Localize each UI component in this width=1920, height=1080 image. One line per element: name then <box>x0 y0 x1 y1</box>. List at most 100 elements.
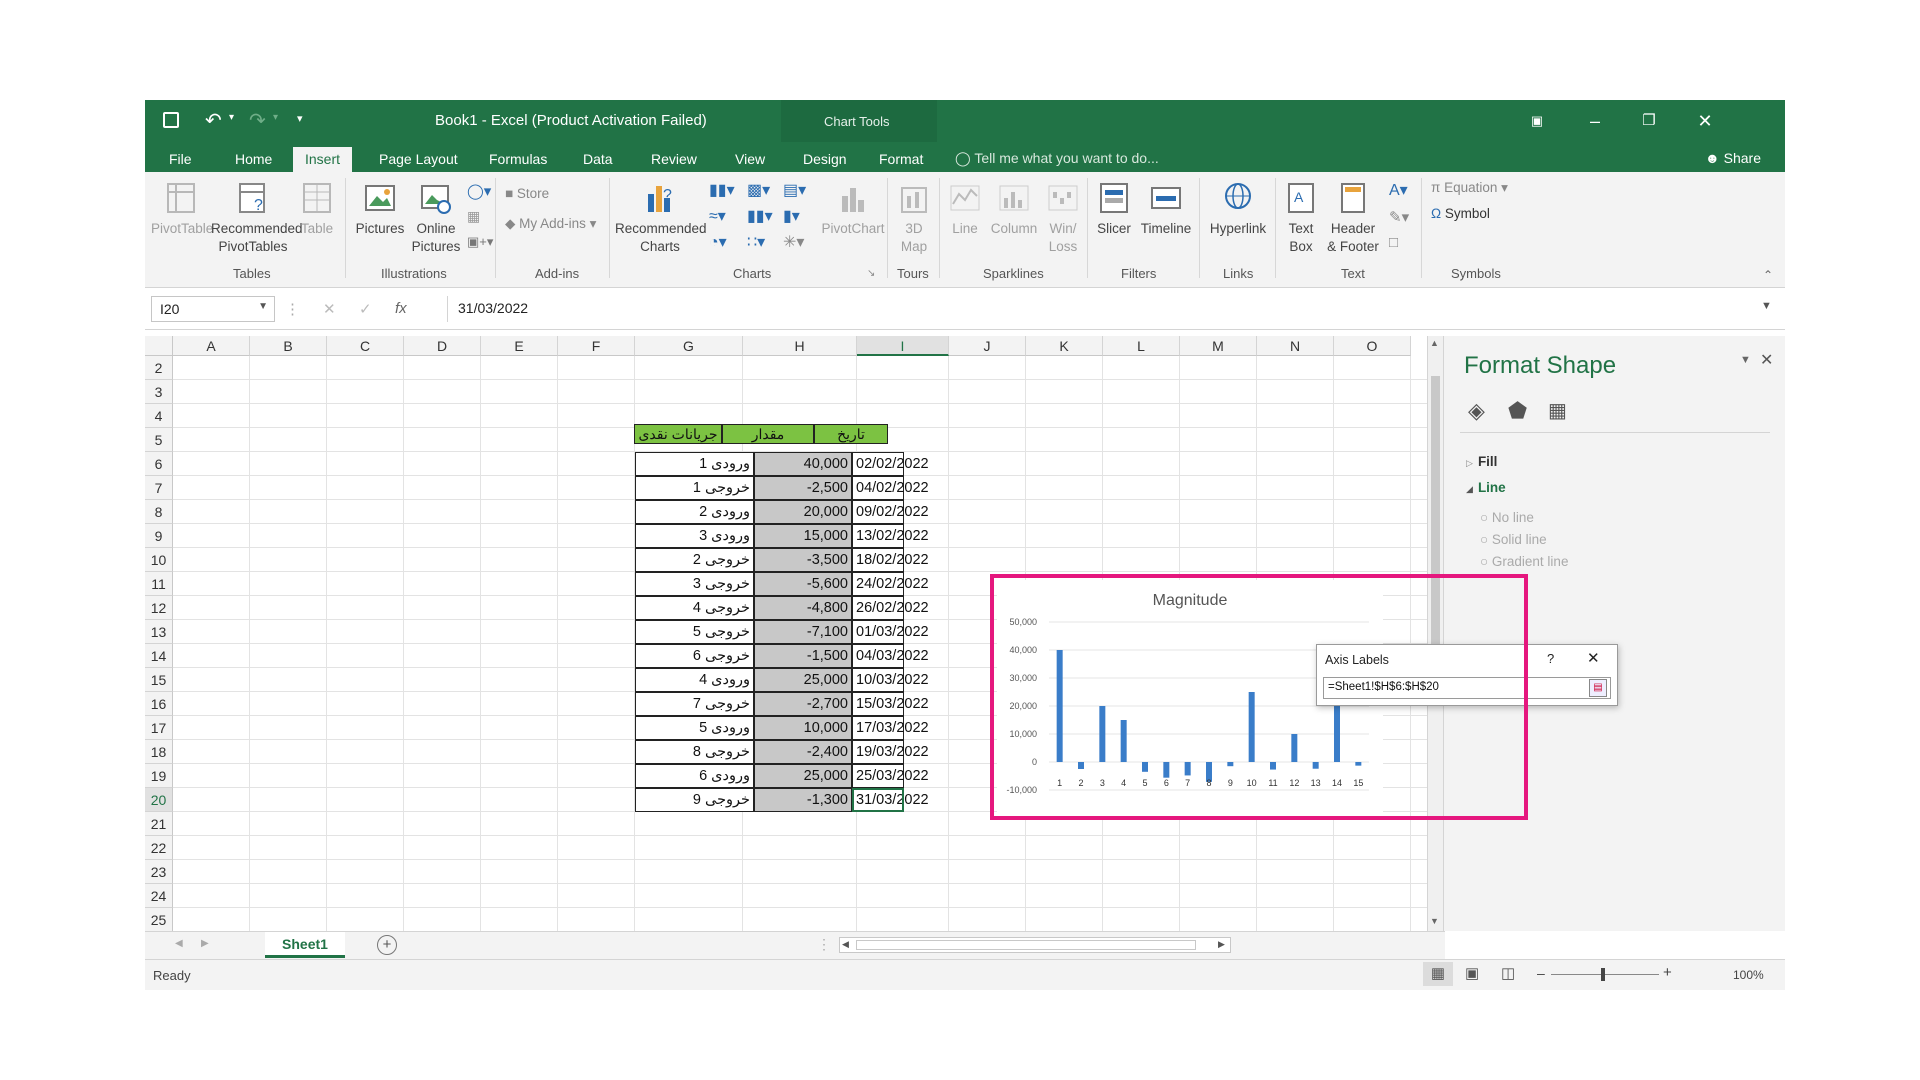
column-header-h[interactable]: H <box>743 336 857 356</box>
table-cell-amount[interactable]: -1,300 <box>754 788 852 812</box>
scroll-up-icon[interactable]: ▲ <box>1430 338 1439 348</box>
fill-line-icon[interactable]: ◈ <box>1468 398 1485 424</box>
recommended-charts-button[interactable]: ? Recommended Charts <box>615 180 707 256</box>
row-header-4[interactable]: 4 <box>145 404 173 428</box>
column-header-i[interactable]: I <box>857 336 949 356</box>
pictures-button[interactable]: Pictures <box>353 180 407 238</box>
symbol-button[interactable]: Ω Symbol <box>1431 206 1490 221</box>
tab-review[interactable]: Review <box>639 147 709 172</box>
table-cell-amount[interactable]: -2,500 <box>754 476 852 500</box>
row-header-18[interactable]: 18 <box>145 740 173 764</box>
row-header-24[interactable]: 24 <box>145 884 173 908</box>
table-cell-amount[interactable]: -1,500 <box>754 644 852 668</box>
screenshot-icon[interactable]: ▣+▾ <box>467 234 493 250</box>
row-header-14[interactable]: 14 <box>145 644 173 668</box>
zoom-slider-thumb[interactable] <box>1601 968 1605 981</box>
insert-function-icon[interactable]: fx <box>395 300 407 317</box>
hyperlink-button[interactable]: Hyperlink <box>1205 180 1271 238</box>
tab-home[interactable]: Home <box>223 147 284 172</box>
tab-view[interactable]: View <box>723 147 777 172</box>
slicer-button[interactable]: Slicer <box>1093 180 1135 238</box>
new-sheet-button[interactable]: + <box>377 935 397 955</box>
scroll-sheets-right-icon[interactable]: ▶ <box>201 938 209 949</box>
table-cell-date[interactable]: 15/03/2022 <box>852 692 929 716</box>
row-header-12[interactable]: 12 <box>145 596 173 620</box>
table-cell-amount[interactable]: 15,000 <box>754 524 852 548</box>
row-header-3[interactable]: 3 <box>145 380 173 404</box>
pane-options-icon[interactable]: ▼ <box>1740 354 1751 366</box>
table-cell-date[interactable]: 04/02/2022 <box>852 476 929 500</box>
row-header-6[interactable]: 6 <box>145 452 173 476</box>
table-cell-amount[interactable]: 20,000 <box>754 500 852 524</box>
collapse-ribbon-icon[interactable]: ⌃ <box>1763 268 1773 282</box>
table-cell-flow[interactable]: خروجی 9 <box>635 788 754 812</box>
row-header-2[interactable]: 2 <box>145 356 173 380</box>
scroll-down-icon[interactable]: ▼ <box>1430 916 1439 926</box>
table-cell-date[interactable]: 02/02/2022 <box>852 452 929 476</box>
cancel-icon[interactable]: ✕ <box>323 300 336 318</box>
chevron-down-icon[interactable]: ▼ <box>258 301 268 312</box>
share-button[interactable]: ☻ Share <box>1705 150 1761 166</box>
minimize-button[interactable]: – <box>1581 108 1609 134</box>
table-cell-flow[interactable]: خروجی 5 <box>635 620 754 644</box>
save-icon[interactable] <box>163 112 179 128</box>
waterfall-chart-icon[interactable]: ▤▾ <box>783 180 806 200</box>
scroll-left-icon[interactable]: ◀ <box>842 939 849 950</box>
table-cell-flow[interactable]: خروجی 6 <box>635 644 754 668</box>
column-header-d[interactable]: D <box>404 336 481 356</box>
undo-dropdown-icon[interactable]: ▾ <box>229 112 234 123</box>
table-cell-flow[interactable]: ورودی 3 <box>635 524 754 548</box>
table-cell-flow[interactable]: خروجی 2 <box>635 548 754 572</box>
horizontal-scrollbar[interactable]: ◀ ▶ <box>839 937 1231 953</box>
effects-icon[interactable]: ⬟ <box>1508 398 1527 424</box>
scroll-sheets-left-icon[interactable]: ◀ <box>175 938 183 949</box>
select-all-corner[interactable] <box>145 336 173 356</box>
column-header-m[interactable]: M <box>1180 336 1257 356</box>
pivottable-button[interactable]: PivotTable <box>151 180 213 238</box>
row-header-16[interactable]: 16 <box>145 692 173 716</box>
table-cell-flow[interactable]: خروجی 8 <box>635 740 754 764</box>
zoom-in-button[interactable]: + <box>1663 964 1672 981</box>
table-cell-amount[interactable]: 25,000 <box>754 668 852 692</box>
fill-section[interactable]: ▷ Fill <box>1466 454 1497 469</box>
tab-insert[interactable]: Insert <box>293 147 353 172</box>
signature-line-icon[interactable]: ✎▾ <box>1389 208 1409 226</box>
table-button[interactable]: Table <box>297 180 337 238</box>
column-header-f[interactable]: F <box>558 336 635 356</box>
collapse-dialog-icon[interactable]: ▤ <box>1589 679 1607 697</box>
table-cell-flow[interactable]: خروجی 1 <box>635 476 754 500</box>
table-cell-date[interactable]: 04/03/2022 <box>852 644 929 668</box>
recommended-pivottables-button[interactable]: ? Recommended PivotTables <box>211 180 303 256</box>
table-cell-date[interactable]: 13/02/2022 <box>852 524 929 548</box>
enter-icon[interactable]: ✓ <box>359 300 372 318</box>
table-cell-amount[interactable]: -2,400 <box>754 740 852 764</box>
row-header-9[interactable]: 9 <box>145 524 173 548</box>
row-header-15[interactable]: 15 <box>145 668 173 692</box>
column-header-c[interactable]: C <box>327 336 404 356</box>
table-cell-amount[interactable]: 25,000 <box>754 764 852 788</box>
size-properties-icon[interactable]: ▦ <box>1548 398 1567 423</box>
line-section[interactable]: ◢ Line <box>1466 480 1506 495</box>
table-cell-date[interactable]: 24/02/2022 <box>852 572 929 596</box>
row-header-5[interactable]: 5 <box>145 428 173 452</box>
expand-formula-icon[interactable]: ▼ <box>1761 300 1772 312</box>
object-icon[interactable]: □ <box>1389 234 1398 251</box>
row-header-10[interactable]: 10 <box>145 548 173 572</box>
charts-dialog-launcher-icon[interactable]: ↘ <box>867 268 875 279</box>
column-header-a[interactable]: A <box>173 336 250 356</box>
undo-icon[interactable]: ↶ <box>205 108 222 133</box>
scroll-right-icon[interactable]: ▶ <box>1218 939 1225 950</box>
tab-formulas[interactable]: Formulas <box>477 147 559 172</box>
table-cell-amount[interactable]: -2,700 <box>754 692 852 716</box>
table-cell-amount[interactable]: 10,000 <box>754 716 852 740</box>
row-header-21[interactable]: 21 <box>145 812 173 836</box>
column-header-k[interactable]: K <box>1026 336 1103 356</box>
column-header-e[interactable]: E <box>481 336 558 356</box>
3d-map-button[interactable]: 3D Map <box>893 180 935 256</box>
table-cell-flow[interactable]: خروجی 4 <box>635 596 754 620</box>
table-cell-date[interactable]: 10/03/2022 <box>852 668 929 692</box>
row-header-22[interactable]: 22 <box>145 836 173 860</box>
table-cell-flow[interactable]: ورودی 2 <box>635 500 754 524</box>
row-header-19[interactable]: 19 <box>145 764 173 788</box>
tab-format[interactable]: Format <box>867 147 935 172</box>
